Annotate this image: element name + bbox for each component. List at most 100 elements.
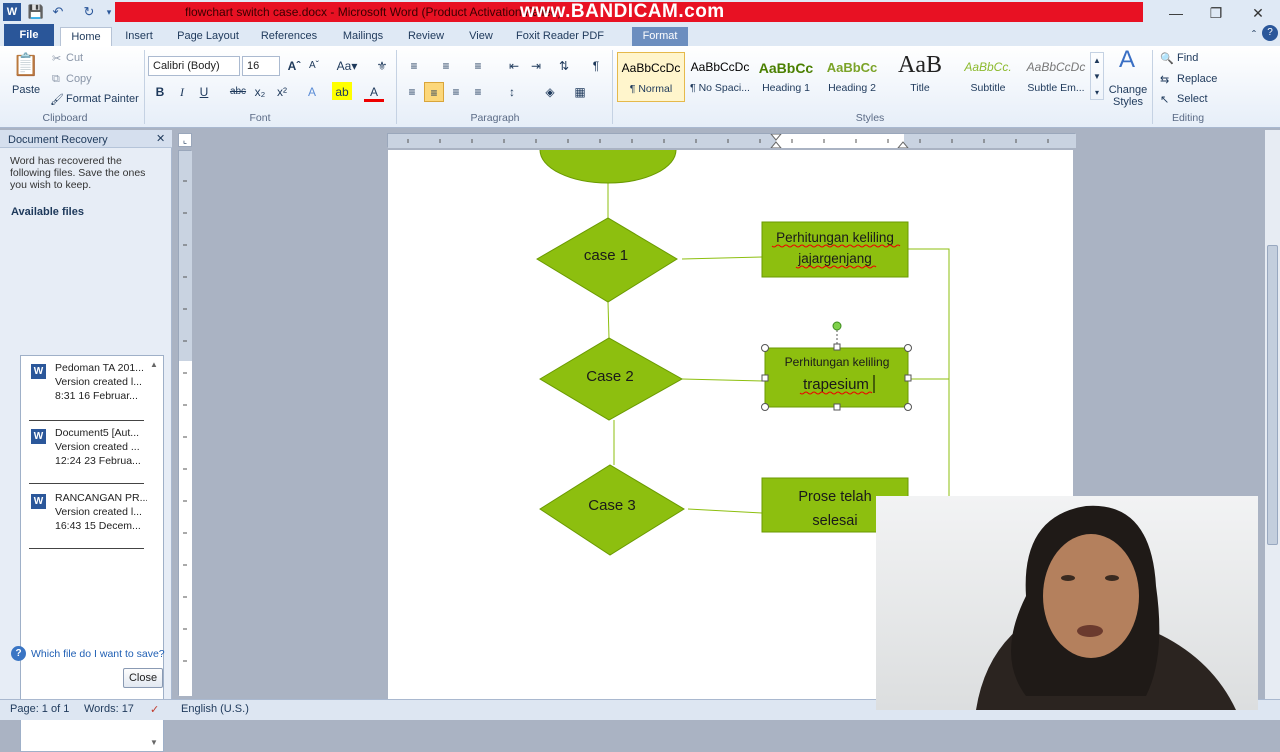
paste-icon[interactable]: 📋 xyxy=(12,50,40,80)
resize-handle[interactable] xyxy=(904,374,912,382)
word-count[interactable]: Words: 17 xyxy=(84,703,134,715)
proofing-icon[interactable]: ✓ xyxy=(150,703,159,716)
language-indicator[interactable]: English (U.S.) xyxy=(181,703,249,715)
resize-handle[interactable] xyxy=(761,344,769,352)
tab-file[interactable]: File xyxy=(4,24,54,46)
borders-icon[interactable]: ▦ xyxy=(570,82,590,102)
copy-button[interactable]: Copy xyxy=(66,73,92,85)
minimize-icon[interactable]: — xyxy=(1156,2,1196,24)
format-painter-button[interactable]: Format Painter xyxy=(66,93,139,105)
change-case-icon[interactable]: Aa▾ xyxy=(334,56,360,76)
close-pane-icon[interactable]: ✕ xyxy=(156,132,165,145)
increase-indent-icon[interactable]: ⇥ xyxy=(526,56,546,76)
align-center-icon[interactable]: ≡ xyxy=(424,82,444,102)
resize-handle[interactable] xyxy=(833,343,841,351)
close-window-icon[interactable]: ✕ xyxy=(1238,2,1278,24)
select-button[interactable]: Select xyxy=(1177,93,1208,105)
decrease-indent-icon[interactable]: ⇤ xyxy=(504,56,524,76)
divider xyxy=(29,420,144,421)
case-1-label: case 1 xyxy=(584,247,628,264)
grow-font-icon[interactable]: Aˆ xyxy=(284,56,304,76)
tab-foxit-reader-pdf[interactable]: Foxit Reader PDF xyxy=(512,27,608,46)
restore-icon[interactable]: ❐ xyxy=(1196,2,1236,24)
style-subtle-emphasis[interactable]: AaBbCcDc Subtle Em... xyxy=(1022,52,1090,102)
change-styles-button[interactable]: Change Styles xyxy=(1108,84,1148,108)
style-no-spacing[interactable]: AaBbCcDc ¶ No Spaci... xyxy=(686,52,754,102)
text-effects-icon[interactable]: A xyxy=(302,82,322,102)
style-heading-1[interactable]: AaBbCc Heading 1 xyxy=(752,52,820,102)
tab-page-layout[interactable]: Page Layout xyxy=(172,27,244,46)
resize-handle[interactable] xyxy=(904,403,912,411)
recovered-file-3[interactable]: W RANCANGAN PR... Version created l... 1… xyxy=(29,492,157,550)
redo-icon[interactable]: ↻ xyxy=(80,3,98,21)
cut-button[interactable]: Cut xyxy=(66,52,83,64)
justify-icon[interactable]: ≡ xyxy=(468,82,488,102)
line-spacing-icon[interactable]: ↕ xyxy=(502,82,522,102)
bold-icon[interactable]: B xyxy=(150,82,170,102)
sort-icon[interactable]: ⇅ xyxy=(554,56,574,76)
align-left-icon[interactable]: ≡ xyxy=(402,82,422,102)
align-right-icon[interactable]: ≡ xyxy=(446,82,466,102)
font-name-select[interactable]: Calibri (Body) xyxy=(148,56,240,76)
box2-line2[interactable]: trapesium xyxy=(803,376,869,393)
superscript-icon[interactable]: x² xyxy=(272,82,292,102)
multilevel-list-icon[interactable]: ≡ xyxy=(468,56,488,76)
tab-references[interactable]: References xyxy=(256,27,322,46)
list-scroll-up-icon[interactable]: ▲ xyxy=(150,360,158,369)
which-file-help-link[interactable]: Which file do I want to save? xyxy=(31,648,165,660)
replace-button[interactable]: Replace xyxy=(1177,73,1217,85)
font-size-select[interactable]: 16 xyxy=(242,56,280,76)
close-button[interactable]: Close xyxy=(123,668,163,688)
styles-scroll-icon[interactable]: ▲ ▼ ▾ xyxy=(1090,52,1104,100)
start-terminator[interactable] xyxy=(539,116,677,184)
numbering-icon[interactable]: ≡ xyxy=(436,56,456,76)
resize-handle[interactable] xyxy=(761,403,769,411)
horizontal-ruler[interactable] xyxy=(387,133,1076,149)
vruler-ticks xyxy=(179,151,192,696)
italic-icon[interactable]: I xyxy=(172,82,192,102)
word-app-icon[interactable]: W xyxy=(3,3,21,21)
clear-formatting-icon[interactable]: ⚜ xyxy=(372,56,392,76)
undo-icon[interactable]: ↶ xyxy=(49,3,67,21)
recovered-file-2[interactable]: W Document5 [Aut... Version created ... … xyxy=(29,427,157,485)
underline-icon[interactable]: U xyxy=(194,82,214,102)
tab-home[interactable]: Home xyxy=(60,27,112,46)
subscript-icon[interactable]: x₂ xyxy=(250,82,270,102)
resize-handle[interactable] xyxy=(761,374,769,382)
select-icon: ↖ xyxy=(1160,94,1170,106)
vertical-scrollbar[interactable] xyxy=(1265,130,1280,699)
minimize-ribbon-icon[interactable]: ˆ xyxy=(1244,25,1264,45)
style-title[interactable]: Title xyxy=(886,82,954,94)
rotation-handle[interactable] xyxy=(832,321,842,331)
style-subtitle[interactable]: AaBbCc. Subtitle xyxy=(954,52,1022,102)
show-formatting-icon[interactable]: ¶ xyxy=(586,56,606,76)
tab-view[interactable]: View xyxy=(462,27,500,46)
separator xyxy=(396,50,397,124)
save-icon[interactable]: 💾 xyxy=(27,3,45,21)
vertical-ruler[interactable] xyxy=(178,150,192,696)
shrink-font-icon[interactable]: Aˇ xyxy=(304,56,324,76)
paste-button[interactable]: Paste xyxy=(12,84,40,96)
resize-handle[interactable] xyxy=(904,344,912,352)
strikethrough-icon[interactable]: abc xyxy=(228,82,248,102)
change-styles-icon[interactable]: A xyxy=(1113,48,1141,78)
tab-mailings[interactable]: Mailings xyxy=(334,27,392,46)
help-icon[interactable]: ? xyxy=(1262,25,1278,41)
highlight-color-icon[interactable]: ab xyxy=(332,82,352,100)
shading-icon[interactable]: ◈ xyxy=(540,82,560,102)
font-color-icon[interactable]: A xyxy=(364,82,384,102)
paragraph-group-label: Paragraph xyxy=(470,112,520,124)
recovered-file-1[interactable]: W Pedoman TA 201... Version created l...… xyxy=(29,362,157,421)
tab-review[interactable]: Review xyxy=(402,27,450,46)
page-count[interactable]: Page: 1 of 1 xyxy=(10,703,69,715)
tab-format[interactable]: Format xyxy=(632,27,688,46)
style-heading-2[interactable]: AaBbCc Heading 2 xyxy=(818,52,886,102)
tab-insert[interactable]: Insert xyxy=(118,27,160,46)
style-normal[interactable]: AaBbCcDc ¶ Normal xyxy=(617,52,685,102)
scroll-thumb[interactable] xyxy=(1267,245,1278,545)
list-scroll-down-icon[interactable]: ▼ xyxy=(150,738,158,747)
resize-handle[interactable] xyxy=(833,403,841,411)
bullets-icon[interactable]: ≡ xyxy=(404,56,424,76)
find-button[interactable]: Find xyxy=(1177,52,1198,64)
tab-selector-icon[interactable]: ⌞ xyxy=(178,133,192,147)
